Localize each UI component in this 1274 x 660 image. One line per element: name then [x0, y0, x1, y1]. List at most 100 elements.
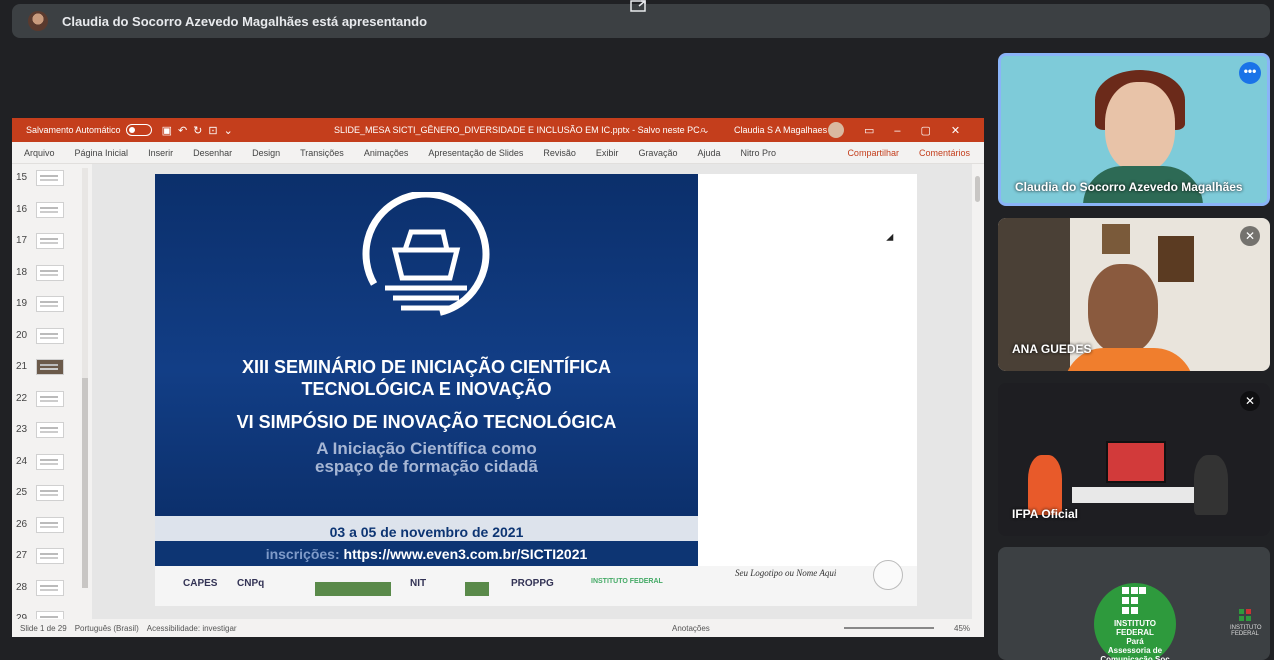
participant-name: IFPA Oficial: [1012, 507, 1079, 521]
slide-subtitle: A Iniciação Científica como espaço de for…: [155, 440, 698, 476]
wall-art-2: [1158, 236, 1194, 282]
thumbnail-item[interactable]: 17: [12, 227, 92, 259]
ifpa-name: INSTITUTO FEDERAL: [1113, 619, 1157, 637]
ppt-title-bar: Salvamento Automático ▣↶↻⊡⌄ SLIDE_MESA S…: [12, 118, 984, 142]
participant-tile-presenter[interactable]: ••• Claudia do Socorro Azevedo Magalhães: [998, 53, 1270, 206]
menu-inserir[interactable]: Inserir: [148, 148, 173, 158]
placeholder-logo-text: Seu Logotipo ou Nome Aqui: [735, 568, 837, 578]
slide-title-line3: VI SIMPÓSIO DE INOVAÇÃO TECNOLÓGICA: [236, 412, 617, 432]
if-grid-icon: [1122, 587, 1146, 614]
ifpa-extra: Assessoria de Comunicação Soc: [1100, 646, 1170, 660]
menu-animacoes[interactable]: Animações: [364, 148, 409, 158]
registration-line: inscrições: https://www.even3.com.br/SIC…: [155, 546, 698, 562]
mic-off-icon: ✕: [1240, 226, 1260, 246]
participant-name: ANA GUEDES: [1012, 342, 1092, 356]
share-button[interactable]: Compartilhar: [847, 148, 899, 158]
thumbnail-item[interactable]: 15: [12, 164, 92, 196]
more-options-icon[interactable]: •••: [1239, 62, 1261, 84]
quick-access-icons[interactable]: ▣↶↻⊡⌄: [162, 124, 239, 137]
proppg-logo: PROPPG: [511, 578, 554, 589]
autosave-label: Salvamento Automático: [26, 125, 121, 135]
thumbnail-item[interactable]: 16: [12, 196, 92, 228]
window-controls[interactable]: ▭–▢✕: [864, 124, 980, 137]
slide-thumbnails-pane: 15 16 17 18 19 20 21 22 23 24 25 26 27 2…: [12, 164, 92, 627]
thumbnail-item[interactable]: 24: [12, 448, 92, 480]
user-avatar[interactable]: [828, 122, 844, 138]
menu-ajuda[interactable]: Ajuda: [697, 148, 720, 158]
slide-scrollbar[interactable]: [972, 164, 984, 619]
menu-arquivo[interactable]: Arquivo: [24, 148, 55, 158]
participant-tile-ana[interactable]: ✕ ANA GUEDES: [998, 218, 1270, 371]
participant-face: [1105, 82, 1175, 172]
if-logo: INSTITUTO FEDERAL: [591, 578, 663, 585]
ifpa-avatar-text: INSTITUTO FEDERAL Pará Assessoria de Com…: [1094, 619, 1176, 660]
thumbnail-item[interactable]: 26: [12, 511, 92, 543]
participant-video: [1088, 264, 1158, 354]
menu-pagina-inicial[interactable]: Página Inicial: [75, 148, 129, 158]
if-small-logo: INSTITUTO FEDERAL: [1230, 609, 1262, 649]
slide-subtitle-line1: A Iniciação Científica como: [316, 439, 537, 458]
thumbnail-item[interactable]: 18: [12, 259, 92, 291]
zoom-slider[interactable]: [844, 627, 934, 629]
thumbnail-item[interactable]: 19: [12, 290, 92, 322]
studio-table: [1072, 487, 1202, 503]
cnpq-logo: CNPq: [237, 578, 265, 589]
user-name[interactable]: Claudia S A Magalhaes: [734, 125, 827, 135]
slide-title-line2: TECNOLÓGICA E INOVAÇÃO: [301, 379, 552, 399]
slide-canvas: XIII SEMINÁRIO DE INICIAÇÃO CIENTÍFICA T…: [92, 164, 972, 619]
ppt-status-bar: Slide 1 de 29 Português (Brasil) Acessib…: [12, 619, 984, 637]
menu-exibir[interactable]: Exibir: [596, 148, 619, 158]
event-dates: 03 a 05 de novembro de 2021: [329, 524, 524, 540]
studio-screen: [1106, 441, 1166, 483]
thumbnail-item[interactable]: 20: [12, 322, 92, 354]
thumbnail-item[interactable]: 25: [12, 479, 92, 511]
registration-label: inscrições:: [265, 546, 340, 562]
menu-desenhar[interactable]: Desenhar: [193, 148, 232, 158]
slide-count: Slide 1 de 29: [20, 623, 67, 633]
presenting-text: Claudia do Socorro Azevedo Magalhães est…: [62, 13, 428, 29]
slide-subtitle-line2: espaço de formação cidadã: [315, 457, 538, 476]
ship-logo-icon: [362, 192, 490, 318]
presenter-avatar: [28, 11, 48, 31]
autosave-toggle[interactable]: [125, 124, 152, 136]
comments-button[interactable]: Comentários: [919, 148, 970, 158]
placeholder-logo-circle: [873, 560, 903, 590]
slide[interactable]: XIII SEMINÁRIO DE INICIAÇÃO CIENTÍFICA T…: [155, 174, 917, 606]
menu-gravacao[interactable]: Gravação: [638, 148, 677, 158]
menu-design[interactable]: Design: [252, 148, 280, 158]
popout-icon[interactable]: [630, 0, 648, 12]
shared-screen-powerpoint: Salvamento Automático ▣↶↻⊡⌄ SLIDE_MESA S…: [12, 118, 984, 637]
if-small-grid-icon: [1239, 609, 1251, 623]
mic-off-icon: ✕: [1240, 391, 1260, 411]
language-status[interactable]: Português (Brasil): [75, 624, 139, 633]
registration-url: https://www.even3.com.br/SICTI2021: [343, 546, 588, 562]
nit-logo: NIT: [410, 578, 427, 589]
search-icon[interactable]: ⌕: [700, 124, 706, 137]
ribbon-menu: Arquivo Página Inicial Inserir Desenhar …: [12, 142, 984, 164]
thumbnail-item[interactable]: 21: [12, 353, 92, 385]
capes-logo: CAPES: [183, 578, 218, 589]
menu-transicoes[interactable]: Transições: [300, 148, 344, 158]
thumbnail-item[interactable]: 22: [12, 385, 92, 417]
zoom-level[interactable]: 45%: [954, 624, 970, 633]
thumbnail-item[interactable]: 23: [12, 416, 92, 448]
participant-name: Claudia do Socorro Azevedo Magalhães: [1015, 180, 1243, 194]
participant-video: [1028, 455, 1062, 515]
thumbnail-item[interactable]: 27: [12, 542, 92, 574]
wall-art: [1102, 224, 1130, 254]
slide-blue-area: XIII SEMINÁRIO DE INICIAÇÃO CIENTÍFICA T…: [155, 174, 698, 566]
notes-button[interactable]: Anotações: [672, 624, 710, 633]
partner-logo: [315, 582, 391, 596]
ifpa-sub: Pará: [1126, 637, 1144, 646]
menu-revisao[interactable]: Revisão: [543, 148, 576, 158]
slide-title-line1: XIII SEMINÁRIO DE INICIAÇÃO CIENTÍFICA: [241, 357, 612, 377]
partner-logo-2: [465, 582, 489, 596]
file-name[interactable]: SLIDE_MESA SICTI_GÊNERO_DIVERSIDADE E IN…: [334, 125, 710, 136]
menu-apresentacao[interactable]: Apresentação de Slides: [428, 148, 523, 158]
participant-tile-ifpa-oficial[interactable]: ✕ IFPA Oficial: [998, 383, 1270, 536]
thumbnail-item[interactable]: 28: [12, 574, 92, 606]
menu-nitro-pro[interactable]: Nitro Pro: [741, 148, 777, 158]
accessibility-status[interactable]: Acessibilidade: investigar: [147, 624, 237, 633]
thumbnails-scrollbar-thumb[interactable]: [82, 378, 88, 588]
participant-tile-assessoria[interactable]: INSTITUTO FEDERAL Pará Assessoria de Com…: [998, 547, 1270, 660]
